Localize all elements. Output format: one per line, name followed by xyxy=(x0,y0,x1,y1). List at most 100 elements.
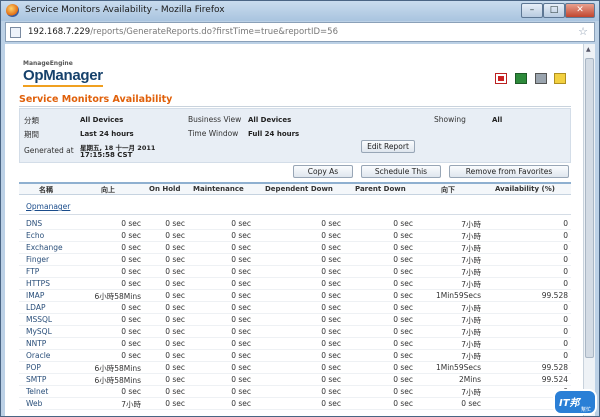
cell-name[interactable]: MSSQL xyxy=(26,315,52,324)
col-header-up[interactable]: 向上 xyxy=(101,185,115,195)
scroll-up-icon[interactable]: ▲ xyxy=(586,46,591,53)
address-url[interactable]: 192.168.7.229/reports/GenerateReports.do… xyxy=(28,27,338,37)
cell-name[interactable]: HTTPS xyxy=(26,279,50,288)
firefox-icon xyxy=(6,4,19,17)
watermark-subtext: 幫忙 xyxy=(581,407,592,413)
cell-name[interactable]: Echo xyxy=(26,231,44,240)
cell-name[interactable]: Exchange xyxy=(26,243,63,252)
cell-parentdown: 0 sec xyxy=(393,327,413,336)
cell-maint: 0 sec xyxy=(231,387,251,396)
table-row: LDAP 0 sec 0 sec 0 sec 0 sec 0 sec 7小時 0 xyxy=(19,302,571,314)
cell-avail: 0 xyxy=(563,243,568,252)
cell-onhold: 0 sec xyxy=(165,339,185,348)
cell-name[interactable]: Finger xyxy=(26,255,49,264)
edit-report-button[interactable]: Edit Report xyxy=(361,140,415,153)
time-window-label: Time Window xyxy=(188,129,239,138)
cell-name[interactable]: NNTP xyxy=(26,339,46,348)
cell-up: 0 sec xyxy=(121,231,141,240)
generated-label: Generated at xyxy=(24,146,74,155)
cell-down: 7小時 xyxy=(461,244,481,253)
cell-down: 1Min59Secs xyxy=(435,363,481,372)
url-host: 192.168.7.229 xyxy=(28,27,91,37)
cell-name[interactable]: SMTP xyxy=(26,375,46,384)
cell-maint: 0 sec xyxy=(231,399,251,408)
cell-name[interactable]: Telnet xyxy=(26,387,48,396)
pdf-export-icon[interactable] xyxy=(495,73,507,84)
close-button[interactable]: ✕ xyxy=(565,3,595,18)
address-bar[interactable]: 192.168.7.229/reports/GenerateReports.do… xyxy=(5,22,595,42)
url-path: /reports/GenerateReports.do?firstTime=tr… xyxy=(90,27,338,37)
schedule-this-button[interactable]: Schedule This xyxy=(361,165,441,178)
cell-down: 7小時 xyxy=(461,388,481,397)
table-row: IMAP 6小時58Mins 0 sec 0 sec 0 sec 0 sec 1Min59S… xyxy=(19,290,571,302)
cell-maint: 0 sec xyxy=(231,339,251,348)
business-view-value: All Devices xyxy=(248,116,292,124)
maximize-button[interactable]: □ xyxy=(543,3,565,18)
col-header-maintenance[interactable]: Maintenance xyxy=(193,185,244,193)
col-header-availability[interactable]: Availability (%) xyxy=(495,185,555,193)
cell-up: 0 sec xyxy=(121,243,141,252)
table-row: Finger 0 sec 0 sec 0 sec 0 sec 0 sec 7小時 0 xyxy=(19,254,571,266)
cell-depdown: 0 sec xyxy=(321,375,341,384)
period-label: 期間 xyxy=(24,130,39,139)
cell-avail: 0 xyxy=(563,255,568,264)
col-header-dependent-down[interactable]: Dependent Down xyxy=(265,185,333,193)
title-bar[interactable]: Service Monitors Availability - Mozilla … xyxy=(1,1,599,21)
cell-name[interactable]: Oracle xyxy=(26,351,50,360)
group-row: Opmanager xyxy=(19,195,571,215)
cell-depdown: 0 sec xyxy=(321,231,341,240)
col-header-down[interactable]: 向下 xyxy=(441,185,455,195)
group-link-opmanager[interactable]: Opmanager xyxy=(26,202,70,211)
cell-onhold: 0 sec xyxy=(165,315,185,324)
cell-parentdown: 0 sec xyxy=(393,351,413,360)
cell-parentdown: 0 sec xyxy=(393,279,413,288)
col-header-parent-down[interactable]: Parent Down xyxy=(355,185,406,193)
cell-onhold: 0 sec xyxy=(165,351,185,360)
bookmark-star-icon[interactable]: ☆ xyxy=(578,25,588,38)
minimize-button[interactable]: – xyxy=(521,3,543,18)
cell-onhold: 0 sec xyxy=(165,327,185,336)
cell-maint: 0 sec xyxy=(231,231,251,240)
cell-down: 7小時 xyxy=(461,316,481,325)
cell-down: 7小時 xyxy=(461,304,481,313)
cell-avail: 0 xyxy=(563,315,568,324)
print-icon[interactable] xyxy=(535,73,547,84)
cell-name[interactable]: LDAP xyxy=(26,303,45,312)
cell-onhold: 0 sec xyxy=(165,255,185,264)
table-row: NNTP 0 sec 0 sec 0 sec 0 sec 0 sec 7小時 0 xyxy=(19,338,571,350)
cell-down: 7小時 xyxy=(461,340,481,349)
cell-name[interactable]: MySQL xyxy=(26,327,52,336)
generated-time: 17:15:58 CST xyxy=(80,151,133,159)
scrollbar-thumb[interactable] xyxy=(585,58,594,358)
site-identity-icon[interactable] xyxy=(10,27,21,38)
table-row: Oracle 0 sec 0 sec 0 sec 0 sec 0 sec 7小時 0 xyxy=(19,350,571,362)
cell-depdown: 0 sec xyxy=(321,255,341,264)
cell-parentdown: 0 sec xyxy=(393,315,413,324)
col-header-name[interactable]: 名稱 xyxy=(39,185,53,195)
remove-favorites-button[interactable]: Remove from Favorites xyxy=(449,165,569,178)
cell-parentdown: 0 sec xyxy=(393,291,413,300)
table-row: FTP 0 sec 0 sec 0 sec 0 sec 0 sec 7小時 0 xyxy=(19,266,571,278)
col-header-onhold[interactable]: On Hold xyxy=(149,185,180,193)
cell-up: 7小時 xyxy=(121,400,141,409)
cell-down: 7小時 xyxy=(461,268,481,277)
cell-avail: 0 xyxy=(563,267,568,276)
cell-down: 2Mins xyxy=(459,375,481,384)
cell-name[interactable]: IMAP xyxy=(26,291,44,300)
cell-parentdown: 0 sec xyxy=(393,399,413,408)
cell-name[interactable]: DNS xyxy=(26,219,42,228)
cell-parentdown: 0 sec xyxy=(393,375,413,384)
cell-up: 6小時58Mins xyxy=(94,292,141,301)
copy-as-button[interactable]: Copy As xyxy=(293,165,353,178)
cell-up: 0 sec xyxy=(121,255,141,264)
vertical-scrollbar[interactable]: ▲ ▼ xyxy=(583,44,595,416)
cell-up: 0 sec xyxy=(121,351,141,360)
cell-name[interactable]: POP xyxy=(26,363,41,372)
cell-name[interactable]: FTP xyxy=(26,267,39,276)
cell-avail: 0 xyxy=(563,351,568,360)
cell-name[interactable]: Web xyxy=(26,399,42,408)
excel-export-icon[interactable] xyxy=(515,73,527,84)
email-icon[interactable] xyxy=(554,73,566,84)
cell-depdown: 0 sec xyxy=(321,303,341,312)
cell-down: 7小時 xyxy=(461,220,481,229)
